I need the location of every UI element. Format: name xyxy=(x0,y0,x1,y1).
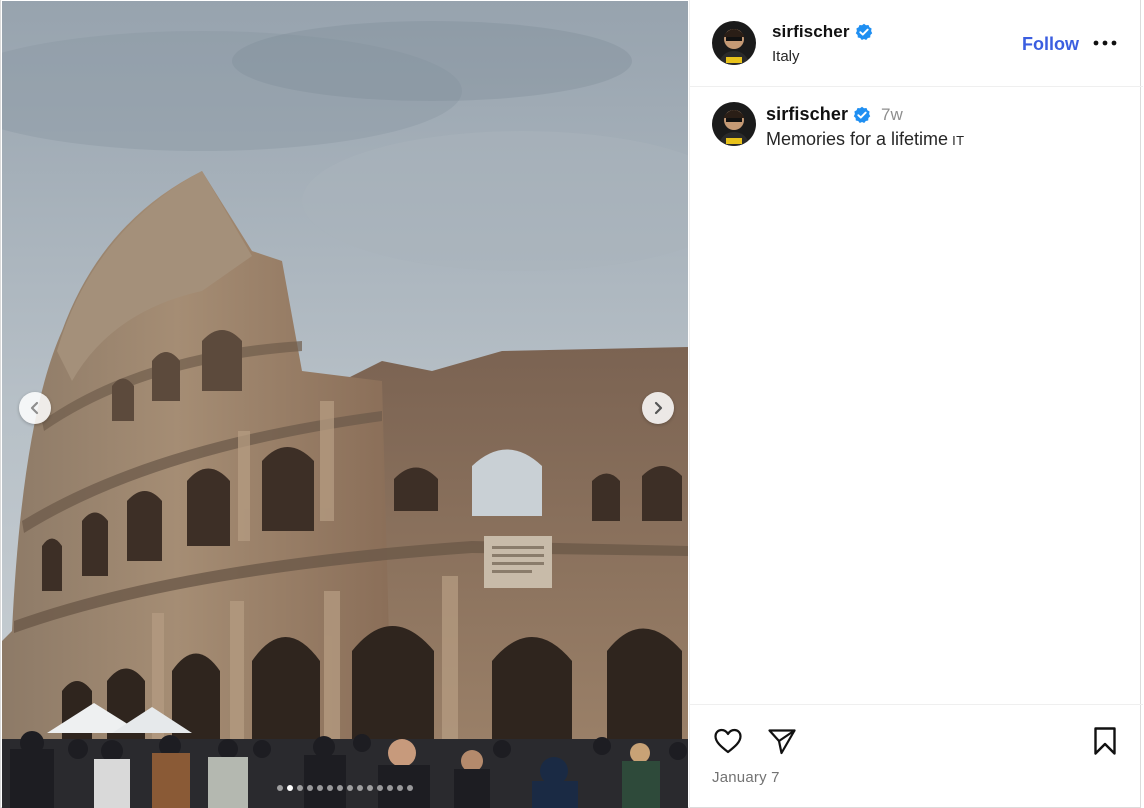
follow-button[interactable]: Follow xyxy=(1022,34,1079,55)
post-age[interactable]: 7w xyxy=(881,105,903,125)
author-avatar[interactable] xyxy=(712,21,756,65)
carousel-dot xyxy=(277,785,283,791)
chevron-left-icon xyxy=(30,401,39,415)
share-button[interactable] xyxy=(764,723,800,759)
caption-text: Memories for a lifetime IT xyxy=(766,129,965,150)
avatar-photo xyxy=(712,102,756,146)
bookmark-icon xyxy=(1094,727,1116,755)
verified-badge-icon xyxy=(855,23,873,41)
carousel-dot xyxy=(377,785,383,791)
avatar-photo xyxy=(712,21,756,65)
carousel-dot xyxy=(347,785,353,791)
heart-icon xyxy=(714,728,742,754)
author-username[interactable]: sirfischer xyxy=(772,22,850,42)
carousel-dot xyxy=(397,785,403,791)
post-header: sirfischer Italy Follow xyxy=(690,0,1143,87)
post-date[interactable]: January 7 xyxy=(712,769,780,786)
colosseum-photo xyxy=(2,1,688,808)
carousel-dot xyxy=(407,785,413,791)
carousel-dot xyxy=(307,785,313,791)
carousel-indicator xyxy=(2,785,688,791)
carousel-prev-button[interactable] xyxy=(19,392,51,424)
like-button[interactable] xyxy=(710,723,746,759)
flag-emoji: IT xyxy=(952,133,965,148)
post-sidebar: sirfischer Italy Follow sirfischer 7w Me… xyxy=(689,0,1143,808)
carousel-dot xyxy=(387,785,393,791)
caption-username[interactable]: sirfischer xyxy=(766,104,848,125)
carousel-dot xyxy=(337,785,343,791)
carousel-dot xyxy=(367,785,373,791)
more-horizontal-icon xyxy=(1093,40,1117,46)
carousel-dot xyxy=(297,785,303,791)
post-card: sirfischer Italy Follow sirfischer 7w Me… xyxy=(0,0,1143,808)
verified-badge-icon xyxy=(853,106,871,124)
carousel-dot xyxy=(327,785,333,791)
caption-avatar[interactable] xyxy=(712,102,756,146)
chevron-right-icon xyxy=(654,401,663,415)
carousel-dot xyxy=(317,785,323,791)
post-location[interactable]: Italy xyxy=(772,48,800,65)
carousel-dot xyxy=(287,785,293,791)
save-button[interactable] xyxy=(1087,723,1123,759)
carousel-next-button[interactable] xyxy=(642,392,674,424)
caption-body: Memories for a lifetime xyxy=(766,129,949,149)
post-actions: January 7 xyxy=(690,704,1143,808)
more-options-button[interactable] xyxy=(1092,32,1118,54)
send-icon xyxy=(768,729,796,755)
post-media[interactable] xyxy=(2,1,688,808)
carousel-dot xyxy=(357,785,363,791)
